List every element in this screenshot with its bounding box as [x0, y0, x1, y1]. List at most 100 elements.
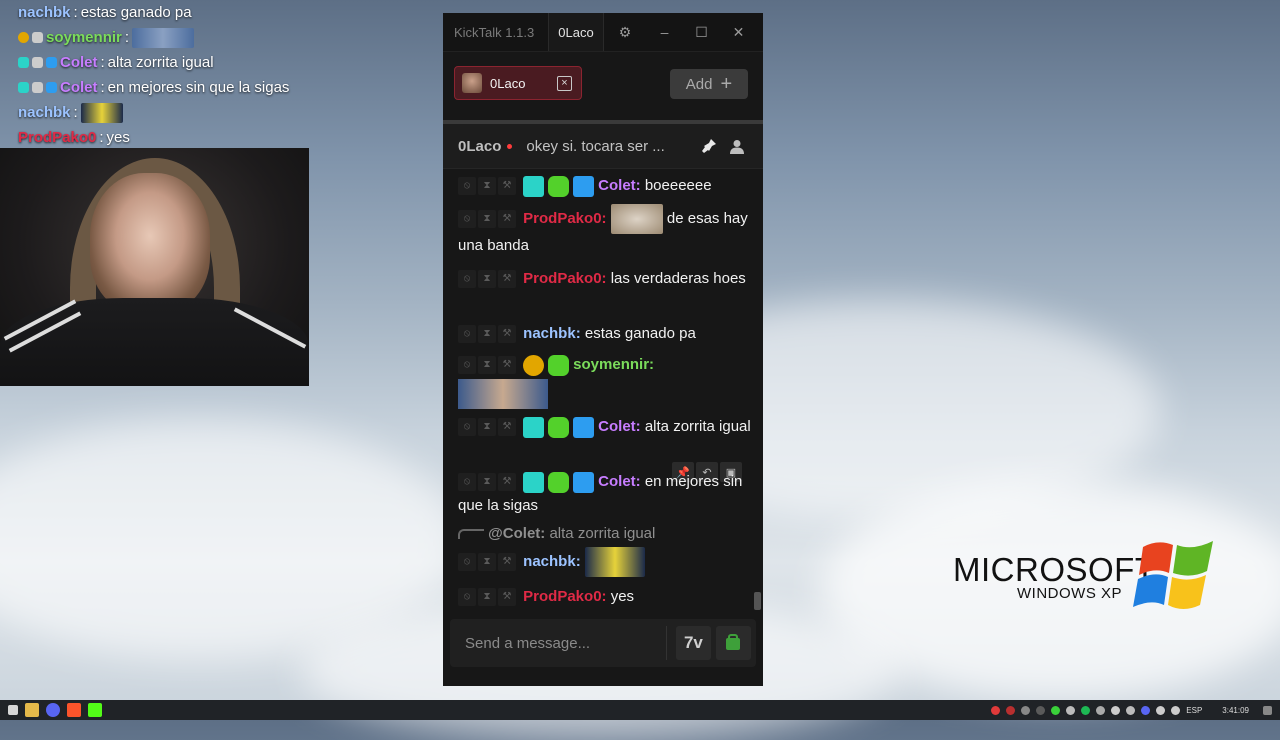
- message-text: boeeeeee: [644, 177, 712, 194]
- chat-message: ⦸ ⧗ ⚒ Colet: en mejores sin que la sigas: [458, 470, 754, 518]
- close-tab-icon[interactable]: ×: [557, 75, 572, 91]
- file-explorer-icon[interactable]: [25, 703, 39, 717]
- hammer-icon[interactable]: ⚒: [498, 270, 516, 289]
- tray-icon[interactable]: [1051, 705, 1061, 715]
- message-text: yes: [610, 588, 635, 605]
- clock[interactable]: 3:41:09: [1222, 706, 1249, 715]
- windows-start-icon[interactable]: [8, 705, 18, 715]
- kick-emote-button[interactable]: [715, 626, 751, 660]
- timeout-icon[interactable]: ⧗: [478, 418, 496, 437]
- network-icon[interactable]: [1156, 705, 1166, 715]
- minimize-button[interactable]: –: [646, 13, 683, 51]
- hammer-icon[interactable]: ⚒: [498, 325, 516, 344]
- message-username[interactable]: ProdPako0: [523, 210, 601, 227]
- hammer-icon[interactable]: ⚒: [498, 177, 516, 196]
- overlay-username: ProdPako0: [18, 129, 97, 146]
- microphone-icon[interactable]: [1111, 705, 1121, 715]
- timeout-icon[interactable]: ⧗: [478, 210, 496, 228]
- settings-button[interactable]: ⚙: [604, 13, 646, 51]
- language-indicator[interactable]: ESP: [1186, 706, 1202, 715]
- overlay-text: estas ganado pa: [80, 4, 192, 21]
- message-username[interactable]: soymennir: [573, 356, 649, 373]
- timeout-icon[interactable]: ⧗: [478, 270, 496, 289]
- message-username[interactable]: Colet: [598, 418, 636, 435]
- message-username[interactable]: ProdPako0: [523, 270, 601, 287]
- add-label: Add: [685, 75, 713, 93]
- message-input-bar: 7v: [450, 618, 756, 668]
- verified-badge-icon: [548, 175, 570, 197]
- message-username[interactable]: Colet: [598, 473, 636, 490]
- message-username[interactable]: nachbk: [523, 553, 576, 570]
- close-button[interactable]: ✕: [720, 13, 757, 51]
- hammer-icon[interactable]: ⚒: [498, 473, 516, 492]
- kick-icon[interactable]: [88, 703, 102, 717]
- mod-actions: ⦸ ⧗ ⚒: [458, 588, 516, 607]
- hammer-icon[interactable]: ⚒: [498, 418, 516, 437]
- current-user-button[interactable]: 0Laco: [548, 13, 604, 51]
- maximize-button[interactable]: ☐: [683, 13, 720, 51]
- chat-messages: ⦸ ⧗ ⚒ Colet: boeeeeee ⦸ ⧗ ⚒ ProdPako0: de es…: [443, 168, 763, 614]
- cube-badge-icon: [46, 57, 57, 68]
- overlay-message: Colet: en mejores sin que la sigas: [18, 75, 318, 100]
- timeout-icon[interactable]: ⧗: [478, 473, 496, 492]
- hammer-icon[interactable]: ⚒: [498, 356, 516, 375]
- tray-icon[interactable]: [1021, 705, 1031, 715]
- message-input[interactable]: [450, 618, 666, 668]
- windows-flag-icon: [1133, 541, 1213, 609]
- ban-icon[interactable]: ⦸: [458, 553, 476, 571]
- face-emote-icon: [458, 379, 548, 409]
- overlay-colon: :: [73, 4, 78, 21]
- hammer-icon[interactable]: ⚒: [498, 210, 516, 228]
- pin-icon[interactable]: [698, 137, 720, 155]
- discord-icon[interactable]: [46, 703, 60, 717]
- kicktalk-window: KickTalk 1.1.3 0Laco ⚙ – ☐ ✕ 0Laco × Add…: [443, 13, 763, 686]
- ban-icon[interactable]: ⦸: [458, 588, 476, 607]
- ban-icon[interactable]: ⦸: [458, 270, 476, 289]
- brave-browser-icon[interactable]: [67, 703, 81, 717]
- channel-tab[interactable]: 0Laco ×: [454, 66, 582, 100]
- tray-icon[interactable]: [1036, 705, 1046, 715]
- tray-icon[interactable]: [1066, 705, 1076, 715]
- message-username[interactable]: Colet: [598, 177, 636, 194]
- message-username[interactable]: ProdPako0: [523, 588, 601, 605]
- timeout-icon[interactable]: ⧗: [478, 356, 496, 375]
- timeout-icon[interactable]: ⧗: [478, 588, 496, 607]
- logo-sub: WINDOWS XP: [1017, 585, 1122, 602]
- timeout-icon[interactable]: ⧗: [478, 553, 496, 571]
- overlay-message: nachbk:: [18, 100, 318, 125]
- ban-icon[interactable]: ⦸: [458, 473, 476, 492]
- tray-icon[interactable]: [1096, 705, 1106, 715]
- overlay-text: alta zorrita igual: [107, 54, 214, 71]
- hammer-icon[interactable]: ⚒: [498, 588, 516, 607]
- ban-icon[interactable]: ⦸: [458, 418, 476, 437]
- hammer-icon[interactable]: ⚒: [498, 553, 516, 571]
- volume-icon[interactable]: [1171, 705, 1181, 715]
- 7tv-emote-button[interactable]: 7v: [675, 626, 711, 660]
- add-channel-button[interactable]: Add +: [670, 69, 748, 99]
- tray-icon[interactable]: [1006, 705, 1016, 715]
- og-badge-icon: [18, 57, 29, 68]
- webcam-face: [90, 173, 210, 313]
- overlay-username: Colet: [60, 54, 98, 71]
- overlay-message: nachbk: estas ganado pa: [18, 0, 318, 25]
- reply-context[interactable]: @Colet: alta zorrita igual: [458, 525, 655, 542]
- timeout-icon[interactable]: ⧗: [478, 325, 496, 344]
- tray-icon[interactable]: [1081, 705, 1091, 715]
- webcam-jacket: [0, 298, 309, 386]
- timeout-icon[interactable]: ⧗: [478, 177, 496, 196]
- tray-icon[interactable]: [991, 705, 1001, 715]
- ban-icon[interactable]: ⦸: [458, 210, 476, 228]
- scrollbar-thumb[interactable]: [754, 592, 761, 610]
- user-icon[interactable]: [726, 137, 748, 155]
- chat-message: ⦸ ⧗ ⚒ nachbk: estas ganado pa: [458, 322, 754, 346]
- channel-tab-label: 0Laco: [490, 75, 526, 91]
- message-icon: [32, 57, 43, 68]
- tray-icon[interactable]: [1126, 705, 1136, 715]
- ban-icon[interactable]: ⦸: [458, 325, 476, 344]
- discord-tray-icon[interactable]: [1141, 705, 1151, 715]
- ban-icon[interactable]: ⦸: [458, 356, 476, 375]
- notification-icon[interactable]: [1263, 705, 1272, 715]
- mod-actions: ⦸ ⧗ ⚒: [458, 553, 516, 571]
- message-username[interactable]: nachbk: [523, 325, 576, 342]
- ban-icon[interactable]: ⦸: [458, 177, 476, 196]
